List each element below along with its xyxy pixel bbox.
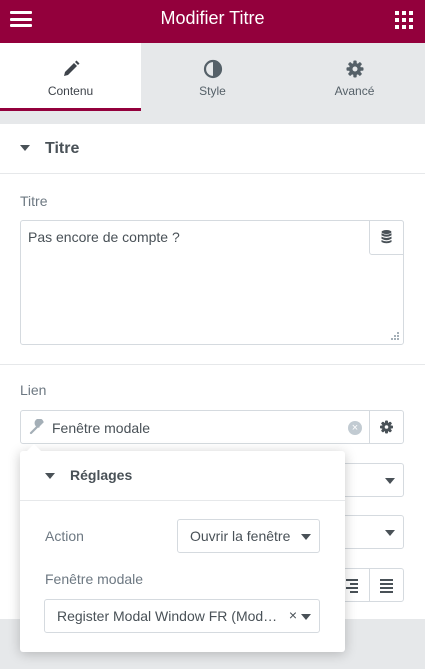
title-field-label: Titre [20,193,48,209]
dynamic-tags-button[interactable] [369,220,404,255]
editor-header: Modifier Titre [0,0,425,43]
section-header[interactable]: Titre [0,124,425,174]
tab-advanced-label: Avancé [334,84,375,98]
action-select[interactable]: Ouvrir la fenêtre [177,519,320,553]
tab-advanced[interactable]: Avancé [284,43,425,111]
wrench-icon [29,419,44,435]
modal-label: Fenêtre modale [45,571,144,587]
link-input-value: Fenêtre modale [52,420,151,436]
gear-icon [284,59,425,79]
tab-content-label: Contenu [47,84,94,98]
editor-tabs: Contenu Style Avancé [0,43,425,111]
half-circle-icon [142,59,283,79]
database-icon [381,230,392,244]
tab-content[interactable]: Contenu [0,43,141,111]
header-title: Modifier Titre [160,8,265,28]
section-title: Titre [45,140,80,157]
chevron-down-icon [385,530,395,536]
align-justify-icon [380,579,393,593]
modal-select[interactable]: Register Modal Window FR (Mod… × [44,599,320,633]
chevron-down-icon [301,534,311,540]
divider [0,364,425,365]
resize-handle-icon[interactable] [390,331,400,341]
title-textarea[interactable]: Pas encore de compte ? [20,220,404,345]
action-label: Action [45,528,84,544]
chevron-down-icon [385,478,395,484]
link-field-label: Lien [20,382,47,398]
caret-down-icon [45,473,55,479]
link-settings-popover: Réglages Action Ouvrir la fenêtre Fenêtr… [20,444,345,652]
modal-select-value: Register Modal Window FR (Mod… [57,608,278,624]
tab-style[interactable]: Style [142,43,283,111]
clear-icon[interactable]: × [348,421,362,435]
link-settings-button[interactable] [369,410,404,444]
gear-icon [380,420,393,434]
align-justify-button[interactable] [369,568,404,602]
widgets-grid-icon[interactable] [395,11,413,29]
caret-down-icon [20,145,30,151]
title-textarea-value: Pas encore de compte ? [28,229,180,245]
chevron-down-icon [301,614,311,620]
action-select-value: Ouvrir la fenêtre [190,528,291,544]
link-input[interactable]: Fenêtre modale × [20,410,370,444]
remove-icon[interactable]: × [289,607,297,623]
popover-header[interactable]: Réglages [20,451,345,501]
tab-style-label: Style [199,84,226,98]
popover-title: Réglages [70,467,133,483]
pencil-icon [0,59,141,79]
